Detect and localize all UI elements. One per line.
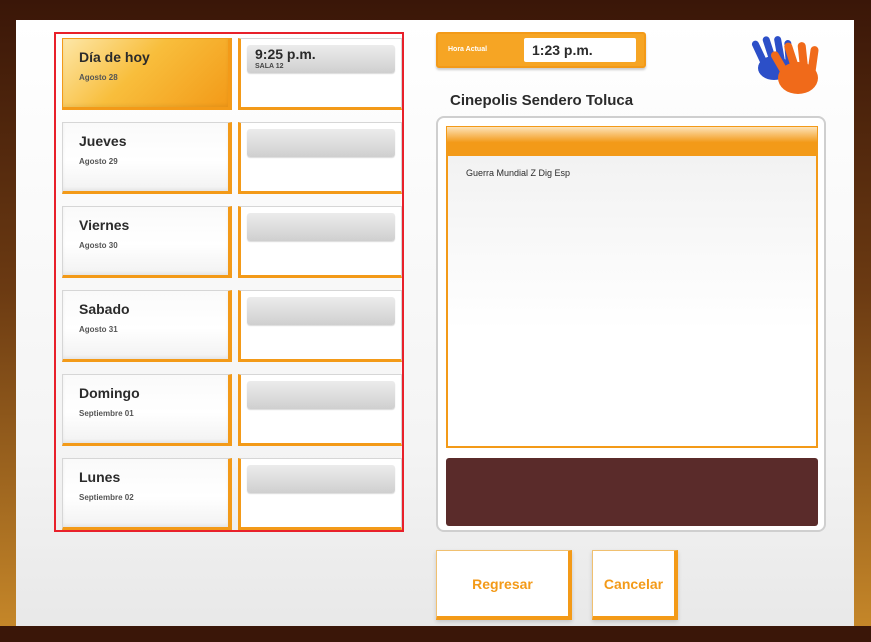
day-card-domingo[interactable]: Domingo Septiembre 01 bbox=[62, 374, 232, 446]
movie-list: Guerra Mundial Z Dig Esp bbox=[446, 156, 818, 448]
cinema-name: Cinepolis Sendero Toluca bbox=[450, 92, 634, 109]
movie-list-header bbox=[446, 126, 818, 156]
day-card-jueves[interactable]: Jueves Agosto 29 bbox=[62, 122, 232, 194]
day-date: Agosto 30 bbox=[79, 241, 118, 250]
day-date: Agosto 31 bbox=[79, 325, 118, 334]
showtime-button[interactable] bbox=[247, 381, 395, 409]
kiosk-panel: Día de hoy Agosto 28 Jueves Agosto 29 Vi… bbox=[16, 20, 854, 630]
day-card-viernes[interactable]: Viernes Agosto 30 bbox=[62, 206, 232, 278]
showtime-room: SALA 12 bbox=[255, 63, 284, 70]
day-date: Agosto 28 bbox=[79, 73, 118, 82]
showtime-slot[interactable]: 9:25 p.m. SALA 12 bbox=[238, 38, 402, 110]
day-card-lunes[interactable]: Lunes Septiembre 02 bbox=[62, 458, 232, 530]
day-name: Viernes bbox=[79, 217, 130, 233]
waving-hands-icon bbox=[751, 36, 819, 94]
day-name: Jueves bbox=[79, 133, 127, 149]
day-card-today[interactable]: Día de hoy Agosto 28 bbox=[62, 38, 232, 110]
showtime-time: 9:25 p.m. bbox=[255, 46, 316, 62]
day-date: Septiembre 01 bbox=[79, 409, 134, 418]
day-name: Día de hoy bbox=[79, 49, 150, 65]
showtime-button[interactable] bbox=[247, 213, 395, 241]
showtime-slot[interactable] bbox=[238, 290, 402, 362]
cancel-button[interactable]: Cancelar bbox=[592, 550, 678, 620]
day-showtime-selector: Día de hoy Agosto 28 Jueves Agosto 29 Vi… bbox=[54, 32, 404, 532]
bottom-bar bbox=[0, 626, 871, 642]
showtime-slot[interactable] bbox=[238, 458, 402, 530]
current-time-label: Hora Actual bbox=[448, 46, 488, 53]
day-name: Domingo bbox=[79, 385, 140, 401]
day-date: Agosto 29 bbox=[79, 157, 118, 166]
day-date: Septiembre 02 bbox=[79, 493, 134, 502]
day-name: Lunes bbox=[79, 469, 121, 485]
current-time-box: Hora Actual 1:23 p.m. bbox=[436, 32, 646, 68]
showtime-slot[interactable] bbox=[238, 206, 402, 278]
showtime-slot[interactable] bbox=[238, 122, 402, 194]
showtime-button[interactable] bbox=[247, 465, 395, 493]
showtime-button[interactable] bbox=[247, 129, 395, 157]
list-item[interactable]: Guerra Mundial Z Dig Esp bbox=[466, 168, 570, 178]
current-time-value: 1:23 p.m. bbox=[524, 38, 636, 62]
showtime-slot[interactable] bbox=[238, 374, 402, 446]
back-button[interactable]: Regresar bbox=[436, 550, 572, 620]
movie-info-bar bbox=[446, 458, 818, 526]
movie-panel: Guerra Mundial Z Dig Esp bbox=[436, 116, 826, 532]
day-name: Sabado bbox=[79, 301, 130, 317]
showtime-button[interactable] bbox=[247, 297, 395, 325]
day-card-sabado[interactable]: Sabado Agosto 31 bbox=[62, 290, 232, 362]
